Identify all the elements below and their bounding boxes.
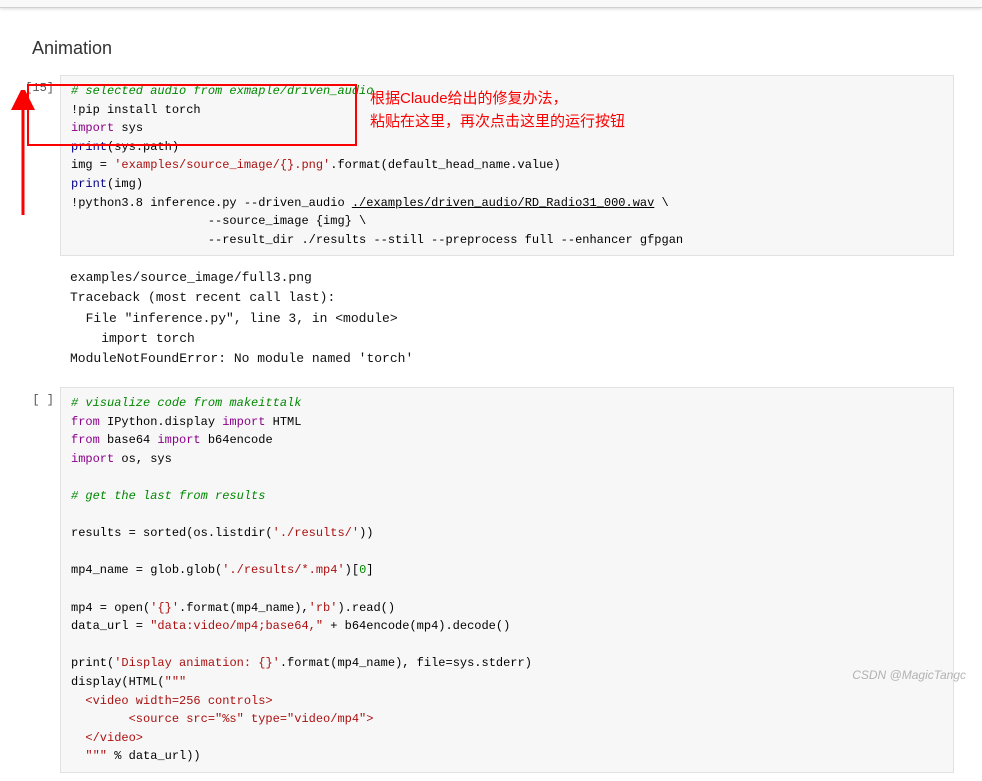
code-text: display(HTML( (71, 675, 165, 689)
code-keyword: import (71, 452, 114, 466)
output-line: ModuleNotFoundError: No module named 'to… (70, 351, 413, 366)
code-string: <source src="%s" type="video/mp4"> (71, 712, 373, 726)
code-text: )) (359, 526, 373, 540)
code-text: ] (366, 563, 373, 577)
code-text: os, sys (114, 452, 172, 466)
code-string: "data:video/mp4;base64," (150, 619, 323, 633)
code-text: )[ (345, 563, 359, 577)
code-builtin: print (71, 177, 107, 191)
code-path: ./examples/driven_audio/RD_Radio31_000.w… (352, 196, 654, 210)
cell-prompt-2: [ ] (2, 387, 60, 407)
code-builtin: print (71, 140, 107, 154)
code-text: data_url = (71, 619, 150, 633)
section-title: Animation (0, 8, 982, 75)
code-line: !pip install torch (71, 103, 201, 117)
code-cell-2[interactable]: [ ] # visualize code from makeittalk fro… (0, 387, 982, 781)
code-text: img = (71, 158, 114, 172)
code-text: .format(mp4_name), (179, 601, 309, 615)
output-line: examples/source_image/full3.png (70, 270, 312, 285)
output-line: File "inference.py", line 3, in <module> (70, 311, 398, 326)
output-line: Traceback (most recent call last): (70, 290, 335, 305)
code-string: """ (165, 675, 187, 689)
code-text: sys (114, 121, 143, 135)
output-prompt-1 (2, 264, 60, 270)
code-string: '{}' (150, 601, 179, 615)
code-text: results = sorted(os.listdir( (71, 526, 273, 540)
code-text: ).read() (337, 601, 395, 615)
output-line: import torch (70, 331, 195, 346)
code-text: % data_url)) (107, 749, 201, 763)
code-line: --source_image {img} \ (71, 214, 366, 228)
code-text: base64 (100, 433, 158, 447)
code-text: b64encode (201, 433, 273, 447)
code-text: .format(default_head_name.value) (330, 158, 560, 172)
code-string: </video> (71, 731, 143, 745)
annotation-text: 根据Claude给出的修复办法， 粘贴在这里，再次点击这里的运行按钮 (370, 88, 625, 133)
code-keyword: from (71, 433, 100, 447)
output-body-1: examples/source_image/full3.png Tracebac… (60, 264, 954, 379)
code-text: .format(mp4_name), file=sys.stderr) (280, 656, 532, 670)
code-string: <video width=256 controls> (71, 694, 273, 708)
code-text: mp4 = open( (71, 601, 150, 615)
code-keyword: import (71, 121, 114, 135)
code-text: HTML (265, 415, 301, 429)
code-text: img (114, 177, 136, 191)
code-text: mp4_name = glob.glob( (71, 563, 222, 577)
code-text: \ (654, 196, 668, 210)
code-comment: # selected audio from exmaple/driven_aud… (71, 84, 373, 98)
code-text: print( (71, 656, 114, 670)
code-string: 'Display animation: {}' (114, 656, 280, 670)
code-line: --result_dir ./results --still --preproc… (71, 233, 683, 247)
annotation-line2: 粘贴在这里，再次点击这里的运行按钮 (370, 111, 625, 134)
watermark: CSDN @MagicTangc (852, 668, 966, 682)
arrow-icon (10, 90, 36, 220)
output-cell-1: examples/source_image/full3.png Tracebac… (0, 264, 982, 387)
code-keyword: from (71, 415, 100, 429)
cell-body-2[interactable]: # visualize code from makeittalk from IP… (60, 387, 954, 773)
code-string: 'examples/source_image/{}.png' (114, 158, 330, 172)
code-text: !python3.8 inference.py --driven_audio (71, 196, 352, 210)
top-shadow-bar (0, 0, 982, 8)
code-text: sys.path (114, 140, 172, 154)
code-comment: # get the last from results (71, 489, 265, 503)
code-string: """ (71, 749, 107, 763)
code-keyword: import (157, 433, 200, 447)
annotation-line1: 根据Claude给出的修复办法， (370, 88, 625, 111)
code-keyword: import (222, 415, 265, 429)
code-text: + b64encode(mp4).decode() (323, 619, 510, 633)
code-text: IPython.display (100, 415, 222, 429)
code-string: 'rb' (309, 601, 338, 615)
code-comment: # visualize code from makeittalk (71, 396, 301, 410)
code-string: './results/*.mp4' (222, 563, 344, 577)
code-string: './results/' (273, 526, 359, 540)
